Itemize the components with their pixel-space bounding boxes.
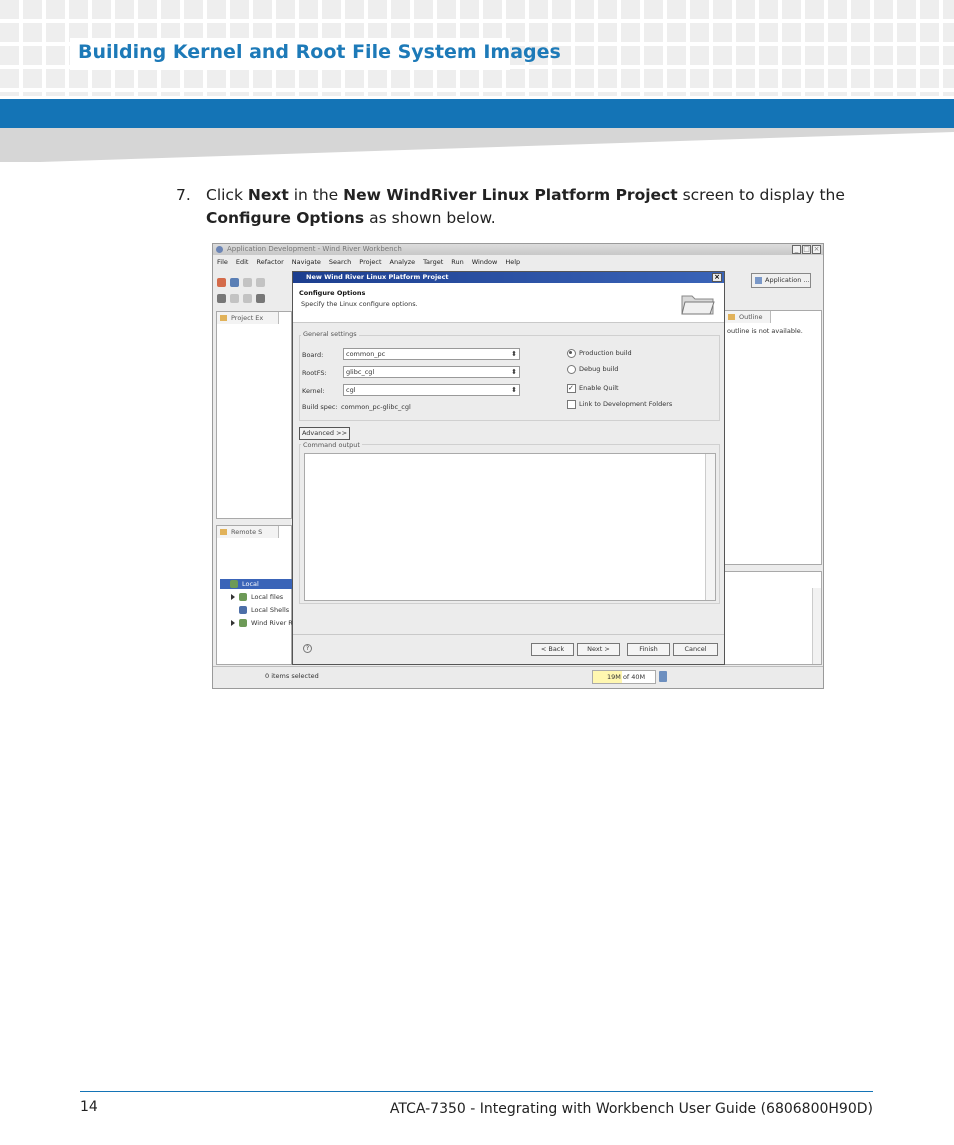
menu-bar: File Edit Refactor Navigate Search Proje… (213, 256, 823, 268)
menu-help[interactable]: Help (505, 256, 520, 268)
production-build-radio[interactable]: Production build (567, 348, 632, 358)
heap-indicator: 19M of 40M (592, 670, 656, 684)
tree-item-local-files[interactable]: Local files (231, 592, 283, 602)
dialog-close-icon[interactable]: × (712, 273, 722, 282)
folder-icon (239, 593, 247, 601)
configure-emphasis: Configure Options (206, 209, 365, 227)
build-icon[interactable] (243, 293, 252, 303)
perspective-button[interactable]: Application ... (751, 273, 811, 288)
wind-river-icon (239, 619, 247, 627)
tab-outline[interactable]: Outline (725, 311, 771, 323)
dialog-title-bar: New Wind River Linux Platform Project × (293, 272, 724, 283)
expand-icon[interactable] (231, 594, 235, 600)
kernel-select[interactable]: cgl (343, 384, 520, 396)
command-output-label: Command output (301, 441, 362, 449)
link-dev-folders-checkbox[interactable]: Link to Development Folders (567, 399, 672, 409)
target-icon[interactable] (256, 293, 265, 303)
cancel-button[interactable]: Cancel (673, 643, 718, 656)
debug-build-radio[interactable]: Debug build (567, 364, 618, 374)
tree-item-local[interactable]: Local (220, 579, 292, 589)
page-title: Building Kernel and Root File System Ima… (78, 41, 561, 63)
project-explorer-panel: Project Ex (216, 311, 292, 519)
menu-navigate[interactable]: Navigate (292, 256, 321, 268)
step-text: Click Next in the New WindRiver Linux Pl… (206, 186, 845, 227)
board-select[interactable]: common_pc (343, 348, 520, 360)
tab-remote-systems[interactable]: Remote S (217, 526, 279, 538)
debug-icon[interactable] (217, 293, 226, 303)
print-icon[interactable] (256, 277, 265, 287)
menu-edit[interactable]: Edit (236, 256, 249, 268)
expand-icon[interactable] (231, 620, 235, 626)
workbench-title: Application Development - Wind River Wor… (227, 245, 402, 253)
menu-target[interactable]: Target (423, 256, 443, 268)
dialog-heading: Configure Options (299, 289, 366, 297)
dialog-title: New Wind River Linux Platform Project (306, 273, 449, 281)
save-icon[interactable] (243, 277, 252, 287)
menu-project[interactable]: Project (359, 256, 381, 268)
header-band (0, 99, 954, 128)
output-scrollbar[interactable] (705, 454, 715, 600)
rootfs-select[interactable]: glibc_cgl (343, 366, 520, 378)
menu-search[interactable]: Search (329, 256, 351, 268)
maximize-button[interactable]: □ (802, 245, 811, 254)
menu-file[interactable]: File (217, 256, 228, 268)
tree-item-wind-river[interactable]: Wind River R (231, 618, 293, 628)
tab-project-explorer[interactable]: Project Ex (217, 312, 279, 324)
status-bar: 0 items selected 19M of 40M (213, 666, 823, 688)
board-label: Board: (302, 351, 324, 359)
lower-right-panel (724, 571, 822, 665)
build-spec-label: Build spec: (302, 403, 338, 411)
workbench-logo-icon (216, 246, 223, 253)
trash-icon[interactable] (659, 671, 667, 682)
document-title: ATCA-7350 - Integrating with Workbench U… (389, 1101, 873, 1117)
scrollbar[interactable] (812, 588, 821, 664)
menu-window[interactable]: Window (472, 256, 498, 268)
status-selection: 0 items selected (265, 672, 319, 680)
new-project-dialog: New Wind River Linux Platform Project × … (292, 271, 725, 665)
advanced-button[interactable]: Advanced >> (299, 427, 350, 440)
kernel-label: Kernel: (302, 387, 325, 395)
next-emphasis: Next (247, 186, 289, 204)
footer-rule (80, 1091, 873, 1092)
menu-run[interactable]: Run (451, 256, 463, 268)
run-icon[interactable] (230, 293, 239, 303)
toolbar-row-2 (217, 292, 265, 304)
build-spec-value: common_pc-glibc_cgl (341, 403, 411, 411)
minimize-button[interactable]: _ (792, 245, 801, 254)
new-file-icon[interactable] (230, 277, 239, 287)
window-controls: _ □ × (792, 245, 821, 254)
general-settings-label: General settings (301, 330, 359, 338)
next-button[interactable]: Next > (577, 643, 620, 656)
tree-item-local-shells[interactable]: Local Shells (231, 605, 289, 615)
dialog-subheading: Specify the Linux configure options. (301, 300, 418, 308)
folder-icon (681, 295, 715, 315)
new-project-icon[interactable] (217, 277, 226, 287)
dialog-header: Configure Options Specify the Linux conf… (293, 283, 724, 323)
header-swoosh (0, 128, 954, 162)
workbench-screenshot: Application Development - Wind River Wor… (212, 243, 824, 689)
menu-analyze[interactable]: Analyze (390, 256, 416, 268)
shell-icon (239, 606, 247, 614)
workbench-title-bar: Application Development - Wind River Wor… (213, 244, 823, 255)
help-icon[interactable]: ? (303, 644, 312, 653)
local-host-icon (230, 580, 238, 588)
enable-quilt-checkbox[interactable]: Enable Quilt (567, 383, 619, 393)
remote-systems-panel: Remote S Local Local files Local Shells … (216, 525, 293, 665)
close-button[interactable]: × (812, 245, 821, 254)
rootfs-label: RootFS: (302, 369, 327, 377)
dialog-separator (293, 634, 724, 635)
back-button[interactable]: < Back (531, 643, 574, 656)
project-emphasis: New WindRiver Linux Platform Project (343, 186, 678, 204)
outline-panel: Outline outline is not available. (724, 310, 822, 565)
finish-button[interactable]: Finish (627, 643, 670, 656)
step-7: 7. Click Next in the New WindRiver Linux… (176, 184, 896, 230)
step-number: 7. (176, 186, 191, 204)
page-number: 14 (80, 1099, 98, 1115)
menu-refactor[interactable]: Refactor (256, 256, 283, 268)
command-output-area (304, 453, 716, 601)
toolbar-row-1 (217, 276, 265, 288)
outline-message: outline is not available. (727, 327, 803, 335)
